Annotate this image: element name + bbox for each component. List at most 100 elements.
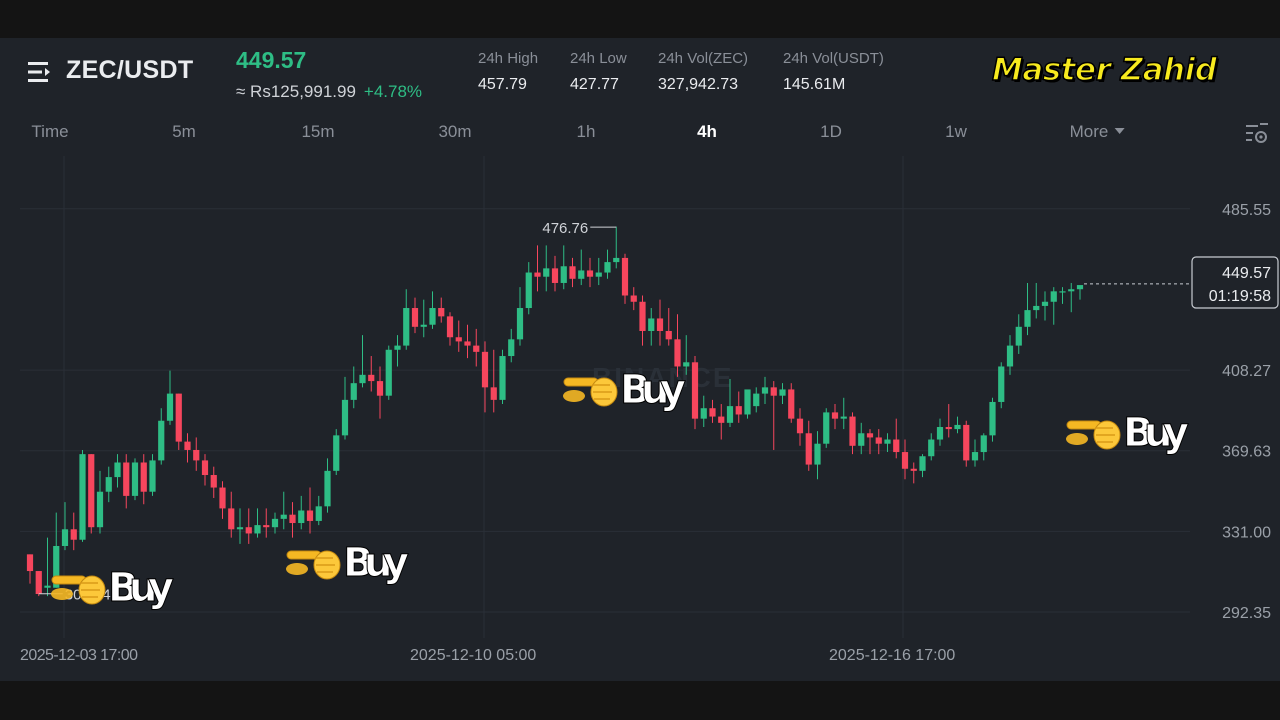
candle-body xyxy=(630,295,637,302)
candle-body xyxy=(814,443,821,465)
candle-body xyxy=(604,262,611,273)
candle-body xyxy=(648,318,655,331)
candle-body xyxy=(35,571,42,595)
candle-body xyxy=(534,272,541,277)
candle-body xyxy=(1068,289,1075,292)
candle-body xyxy=(61,529,69,546)
candle-body xyxy=(1024,310,1031,327)
candle-body xyxy=(1015,326,1022,346)
candle-body xyxy=(683,362,690,367)
candle-body xyxy=(193,449,200,461)
candle-body xyxy=(298,510,305,524)
candle-body xyxy=(639,301,646,331)
candle-body xyxy=(368,374,375,382)
candle-body xyxy=(158,420,165,461)
candle-body xyxy=(621,257,629,296)
pointing-hand-icon xyxy=(1066,420,1121,450)
buy-label: Buy xyxy=(343,540,409,586)
candle-body xyxy=(1050,291,1057,302)
buy-label: Buy xyxy=(108,565,174,611)
candle-body xyxy=(219,487,226,509)
candle-body xyxy=(866,433,874,438)
candle-body xyxy=(779,389,786,396)
candle-body xyxy=(306,510,314,521)
candle-body xyxy=(1006,345,1014,367)
candle-body xyxy=(280,514,287,519)
buy-label: Buy xyxy=(1123,410,1189,456)
candle-body xyxy=(420,324,427,327)
buy-annotation: Buy xyxy=(1066,410,1190,457)
buy-annotation: Buy xyxy=(563,367,687,414)
candle-body xyxy=(665,330,672,340)
candle-body xyxy=(359,374,366,384)
candle-body xyxy=(254,525,261,534)
candle-body xyxy=(341,399,349,436)
candle-body xyxy=(735,406,742,415)
candle-body xyxy=(1076,285,1084,290)
candle-body xyxy=(691,362,699,419)
candle-body xyxy=(893,439,900,453)
candle-body xyxy=(971,452,979,461)
candle-body xyxy=(726,406,734,423)
candle-body xyxy=(595,272,602,277)
candle-body xyxy=(560,266,567,283)
candle-body xyxy=(228,508,235,530)
candle-body xyxy=(236,527,244,530)
candle-body xyxy=(936,427,944,440)
candle-body xyxy=(245,527,252,534)
candle-body xyxy=(201,460,209,476)
buy-annotation: Buy xyxy=(286,540,410,587)
candle-body xyxy=(333,435,340,471)
candle-body xyxy=(613,257,620,263)
candle-body xyxy=(831,412,839,419)
y-tick-label: 292.35 xyxy=(1222,605,1271,622)
candlestick-chart[interactable]: 485.55 408.27 369.63 331.00 292.35 2025-12-03… xyxy=(0,38,1280,681)
candle-body xyxy=(1059,291,1066,293)
candle-body xyxy=(569,266,576,279)
candle-body xyxy=(481,351,489,388)
candle-body xyxy=(980,435,987,453)
candle-body xyxy=(674,339,681,367)
candle-countdown: 01:19:58 xyxy=(1209,288,1271,305)
candle-body xyxy=(551,268,559,283)
candle-body xyxy=(140,462,147,492)
candle-body xyxy=(105,477,112,492)
candle-body xyxy=(656,318,664,331)
candle-body xyxy=(271,518,279,528)
candle-body xyxy=(490,387,497,400)
candle-body xyxy=(394,345,401,350)
last-price-value: 449.57 xyxy=(1222,265,1271,282)
candle-body xyxy=(376,381,384,396)
candle-body xyxy=(858,433,865,446)
candle-body xyxy=(761,387,769,394)
candle-body xyxy=(788,389,795,419)
candle-body xyxy=(919,456,926,471)
candle-body xyxy=(508,339,515,357)
candle-body xyxy=(184,441,191,450)
y-tick-label: 408.27 xyxy=(1222,363,1271,380)
candle-body xyxy=(411,308,419,327)
x-tick-label: 2025-12-16 17:00 xyxy=(829,647,955,664)
candle-body xyxy=(175,393,182,442)
candle-body xyxy=(954,424,961,430)
candle-body xyxy=(718,416,725,423)
candle-body xyxy=(263,525,270,528)
candle-body xyxy=(88,454,95,528)
buy-label: Buy xyxy=(620,367,686,413)
candle-body xyxy=(578,270,585,279)
candle-body xyxy=(875,437,882,444)
candle-body xyxy=(473,345,480,352)
candle-body xyxy=(315,506,322,521)
candle-body xyxy=(805,433,812,465)
candle-body xyxy=(210,475,217,488)
candle-body xyxy=(438,308,445,317)
candle-body xyxy=(26,554,34,572)
candle-body xyxy=(149,460,156,492)
candle-body xyxy=(289,514,296,524)
app-window: ZEC/USDT 449.57 ≈ Rs125,991.99 +4.78% 24h… xyxy=(0,38,1280,681)
candle-body xyxy=(446,316,454,338)
candle-body xyxy=(131,462,139,496)
candle-body xyxy=(429,308,436,325)
x-tick-label: 2025-12-03 17:00 xyxy=(20,647,138,664)
candle-body xyxy=(744,389,751,415)
